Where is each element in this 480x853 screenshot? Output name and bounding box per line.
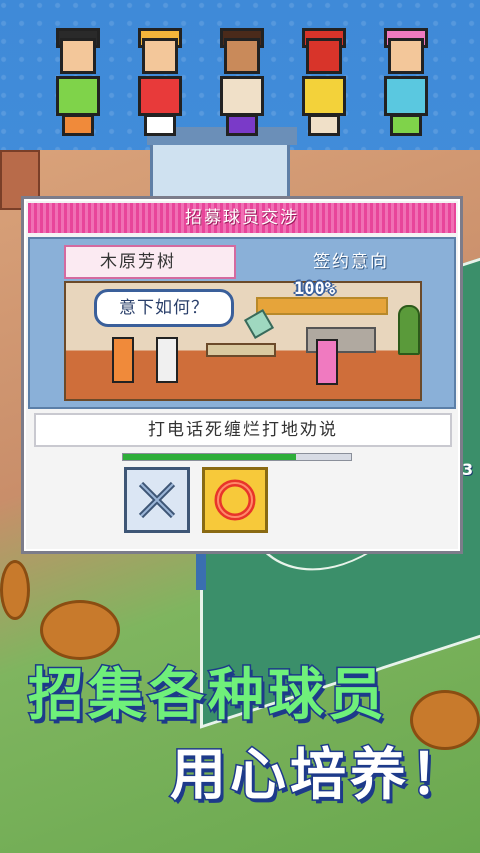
side-number: 3 bbox=[462, 460, 474, 479]
persuade-option[interactable]: 打电话死缠烂打地劝说 bbox=[34, 413, 452, 447]
intent-bar bbox=[256, 297, 388, 315]
confirm-button[interactable] bbox=[202, 467, 268, 533]
player-sprite bbox=[316, 339, 338, 385]
persuade-progress-fill bbox=[123, 454, 297, 460]
recruiter-1 bbox=[112, 337, 134, 383]
cross-icon bbox=[138, 481, 176, 519]
autumn-tree bbox=[0, 560, 30, 620]
persuade-progress bbox=[122, 453, 352, 461]
plant bbox=[398, 305, 420, 355]
character-5 bbox=[368, 22, 444, 140]
slogan-line-2: 用心培养！ bbox=[169, 742, 470, 810]
character-lineup bbox=[40, 22, 460, 142]
circle-icon bbox=[214, 479, 256, 521]
recruit-dialog: 招募球员交涉 木原芳树 签约意向 意下如何？ 100% 打电话死缠烂打地劝说 bbox=[21, 196, 463, 554]
intent-bar-fill bbox=[258, 299, 386, 313]
slogan-line-1: 招集各种球员 bbox=[27, 662, 388, 730]
cancel-button[interactable] bbox=[124, 467, 190, 533]
recruiter-2 bbox=[156, 337, 178, 383]
character-2 bbox=[122, 22, 198, 140]
character-1 bbox=[40, 22, 116, 140]
negotiation-room: 意下如何？ 100% bbox=[64, 279, 422, 401]
speech-bubble: 意下如何？ bbox=[94, 289, 234, 327]
character-3 bbox=[204, 22, 280, 140]
player-name: 木原芳树 bbox=[64, 245, 236, 279]
character-4 bbox=[286, 22, 362, 140]
dialog-title: 招募球员交涉 bbox=[28, 203, 456, 233]
intent-label: 签约意向 bbox=[313, 252, 389, 272]
signpost bbox=[196, 550, 206, 590]
table bbox=[206, 343, 276, 357]
intent-percent: 100% bbox=[294, 279, 335, 299]
negotiation-panel: 木原芳树 签约意向 意下如何？ 100% bbox=[28, 237, 456, 409]
school-building bbox=[147, 127, 297, 200]
